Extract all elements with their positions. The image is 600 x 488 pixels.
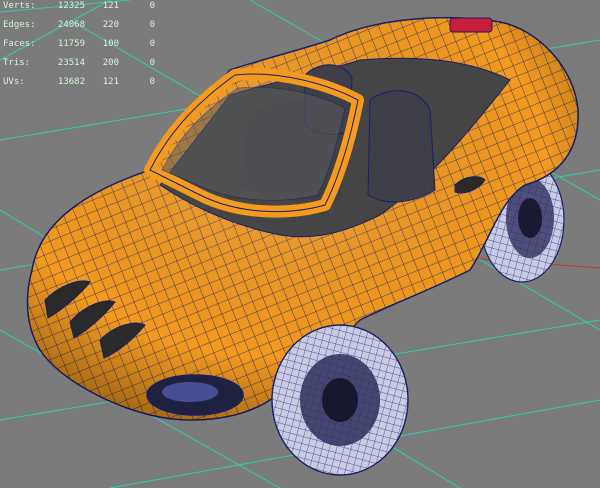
stat-label: UVs: (3, 77, 25, 87)
front-seat (367, 90, 436, 203)
stat-label: Tris: (3, 58, 31, 68)
stat-selected: 220 (102, 20, 119, 30)
stat-row: Edges: 24068 220 0 (3, 16, 155, 35)
stat-extra: 0 (149, 1, 155, 11)
viewport-3d[interactable]: Verts: 12325 121 0 Edges: 24068 220 0 Faces: 1175… (0, 0, 600, 488)
stat-row: UVs: 13682 121 0 (3, 73, 155, 92)
stat-total: 11759 (57, 39, 85, 49)
stat-selected: 100 (102, 39, 119, 49)
stat-row: Tris: 23514 200 0 (3, 54, 155, 73)
front-wheel (271, 324, 409, 476)
stat-total: 13682 (57, 77, 85, 87)
stat-total: 12325 (57, 1, 85, 11)
stat-label: Faces: (3, 39, 36, 49)
stat-label: Verts: (3, 1, 36, 11)
stat-row: Faces: 11759 100 0 (3, 35, 155, 54)
stat-extra: 0 (149, 39, 155, 49)
stat-total: 24068 (57, 20, 85, 30)
stat-row: Verts: 12325 121 0 (3, 0, 155, 16)
stat-selected: 121 (102, 1, 119, 11)
stat-extra: 0 (149, 77, 155, 87)
stat-selected: 200 (102, 58, 119, 68)
poly-count-overlay: Verts: 12325 121 0 Edges: 24068 220 0 Faces: 1175… (3, 0, 155, 92)
stat-total: 23514 (57, 58, 85, 68)
stat-selected: 121 (102, 77, 119, 87)
stat-extra: 0 (149, 20, 155, 30)
stat-label: Edges: (3, 20, 36, 30)
stat-extra: 0 (149, 58, 155, 68)
brake-light (449, 17, 493, 33)
